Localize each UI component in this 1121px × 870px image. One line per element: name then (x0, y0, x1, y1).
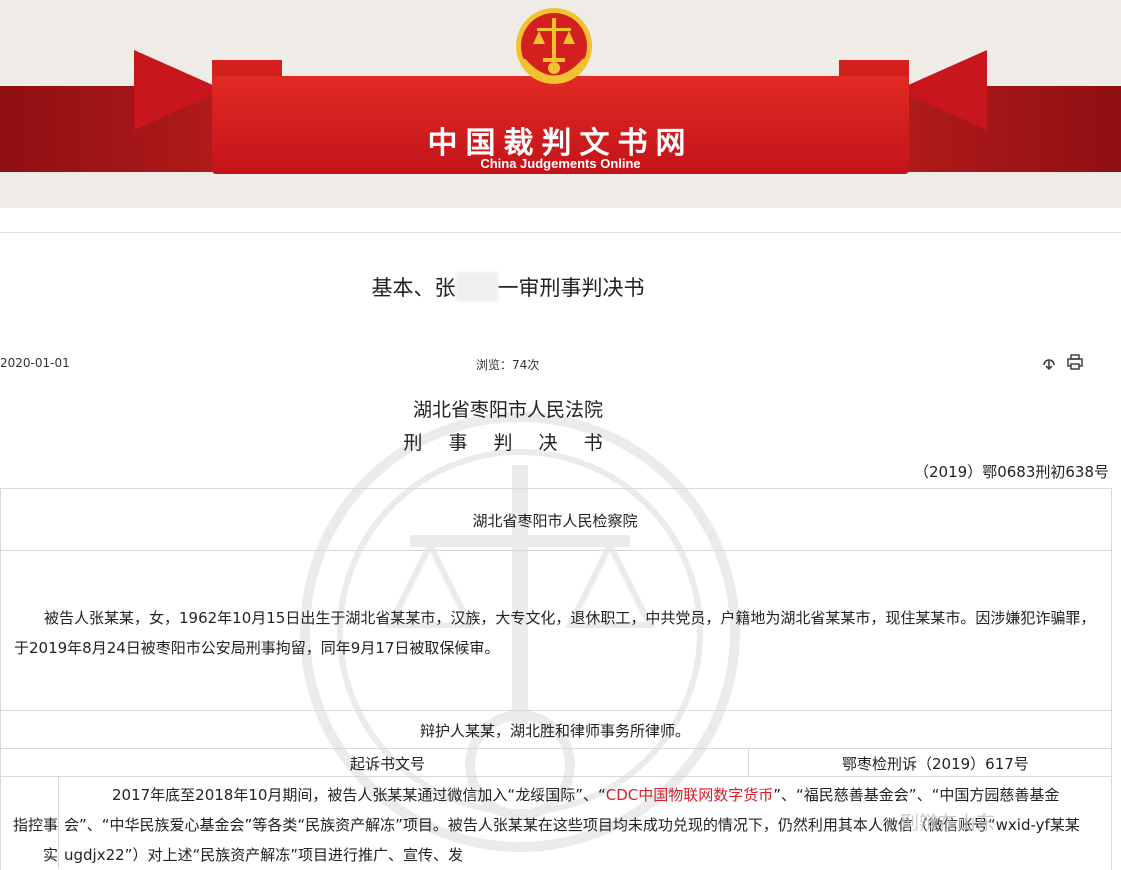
defense-counsel: 辩护人某某，湖北胜和律师事务所律师。 (419, 722, 690, 740)
site-subtitle: China Judgements Online (480, 156, 641, 171)
redacted-name: 某某 (455, 272, 498, 302)
indictment-number: 鄂枣检刑诉（2019）617号 (842, 755, 1029, 773)
publish-date: 2020-01-01 (0, 356, 70, 370)
defendant-info: 被告人张某某，女，1962年10月15日出生于湖北省某某市，汉族，大专文化，退休… (14, 609, 1096, 657)
document-kind: 刑 事 判 决 书 (403, 432, 613, 454)
case-number: （2019）鄂0683刑初638号 (914, 463, 1109, 481)
court-name: 湖北省枣阳市人民法院 (412, 399, 603, 421)
court-emblem-icon (516, 8, 592, 84)
site-banner: 中国裁判文书网 China Judgements Online (0, 0, 1121, 208)
indictment-label: 起诉书文号 (350, 755, 426, 773)
wechat-watermark: 刑辩在山东 (900, 812, 996, 834)
print-icon[interactable] (1066, 353, 1084, 371)
facts-label: 指控事实 (12, 816, 58, 864)
page-title: 基本、张某某一审刑事判决书 (0, 272, 1016, 302)
download-icon[interactable] (1040, 353, 1058, 371)
highlighted-project: CDC中国物联网数字货币 (605, 786, 774, 804)
view-count: 浏览：74次 (476, 358, 540, 372)
header-divider (0, 232, 1121, 233)
prosecutor: 湖北省枣阳市人民检察院 (472, 512, 638, 530)
